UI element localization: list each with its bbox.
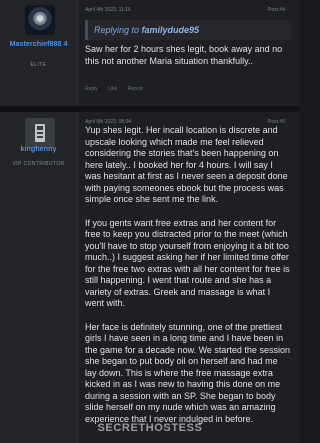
reply-button[interactable]: Reply [85, 86, 98, 92]
username-link[interactable]: Masterchief888 4 [0, 39, 77, 49]
user-info: kinghenny VIP CONTRIBUTOR [0, 112, 78, 443]
user-role-badge: ELITE [30, 62, 47, 68]
post-number[interactable]: Post #4 [268, 7, 285, 13]
avatar[interactable] [25, 5, 55, 35]
reply-quote[interactable]: Replying to familydude95 [85, 20, 291, 40]
post-actions: Reply Like Report [85, 86, 152, 92]
post-card: Masterchief888 4 ELITE April 4th 2023, 1… [0, 0, 300, 106]
post-body: Saw her for 2 hours shes legit, book awa… [85, 44, 283, 66]
post-paragraph: Her face is definitely stunning, one of … [85, 321, 290, 424]
username-link[interactable]: kinghenny [0, 144, 77, 154]
user-info: Masterchief888 4 ELITE [0, 0, 78, 106]
post-date[interactable]: April 4th 2023, 11:16 [85, 7, 131, 13]
quoted-username[interactable]: familydude95 [142, 25, 200, 35]
report-button[interactable]: Report [128, 86, 143, 92]
post-card: kinghenny VIP CONTRIBUTOR April 6th 2023… [0, 112, 300, 443]
watermark: SECRETHOSTESS [97, 422, 203, 434]
post-paragraph: If you gents want free extras and her co… [85, 217, 290, 309]
like-button[interactable]: Like [108, 86, 117, 92]
post-meta: April 4th 2023, 11:16 Post #4 [85, 7, 285, 13]
quote-prefix: Replying to [94, 25, 140, 35]
post-body: Yup shes legit. Her incall location is d… [85, 125, 291, 437]
user-role-badge: VIP CONTRIBUTOR [12, 161, 65, 167]
post-paragraph: Yup shes legit. Her incall location is d… [85, 125, 288, 204]
